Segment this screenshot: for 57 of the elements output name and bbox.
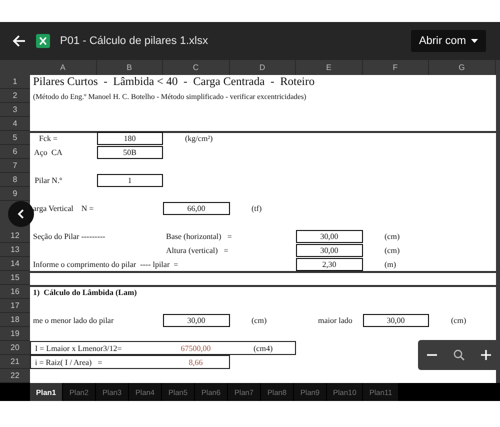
result-value: 67500,00 xyxy=(180,343,212,353)
caret-icon xyxy=(471,39,478,43)
row-number[interactable]: 6 xyxy=(0,145,30,159)
cell-text: (kg/cm²) xyxy=(184,132,214,145)
value-cell: 180 xyxy=(96,132,163,144)
cell-text: Fck = xyxy=(38,132,58,144)
cell-text: Altura (vertical) = xyxy=(165,244,230,257)
row-number[interactable]: 2 xyxy=(0,89,30,103)
value-cell: 66,00 xyxy=(163,202,230,214)
row-number[interactable]: 19 xyxy=(0,327,30,341)
search-icon[interactable] xyxy=(452,349,465,361)
chevron-left-icon xyxy=(17,209,25,219)
row-number[interactable]: 9 xyxy=(0,187,30,201)
column-header[interactable]: F xyxy=(362,60,429,75)
row-number[interactable]: 8 xyxy=(0,173,30,187)
cell-text: maior lado xyxy=(317,314,354,326)
row-number[interactable]: 20 xyxy=(0,341,30,355)
row-number[interactable]: 21 xyxy=(0,355,30,369)
cell-text: i = Raiz( I / Area) = xyxy=(34,357,104,367)
cell-text: (cm) xyxy=(450,314,468,327)
cell-text: Base (horizontal) = xyxy=(165,230,233,243)
zoom-in-icon[interactable] xyxy=(480,349,492,361)
sheet-title: Pilares Curtos - Lâmbida < 40 - Carga Centrada - Roteiro xyxy=(32,75,316,89)
column-header[interactable]: B xyxy=(96,60,163,75)
back-arrow-icon[interactable] xyxy=(12,34,26,48)
value-cell: 50B xyxy=(96,146,163,158)
cell-text: Informe o comprimento do pilar ---- lpilar = xyxy=(32,258,180,271)
open-with-button[interactable]: Abrir com xyxy=(410,30,486,52)
cell-text: (cm) xyxy=(384,244,401,257)
value-cell: 1 xyxy=(96,174,163,186)
cell-text: Aço CA xyxy=(33,146,64,159)
value-cell: 30,00 xyxy=(163,314,230,326)
row-number[interactable]: 12 xyxy=(0,229,30,243)
section-heading: 1) Cálculo do Lâmbida (Lam) xyxy=(32,286,138,299)
cell-text: I = Lmaior x Lmenor3/12= xyxy=(34,343,123,353)
cell-text: (cm) xyxy=(384,230,401,243)
cell-text: (m) xyxy=(384,258,398,271)
value-cell: 2,30 xyxy=(296,258,362,270)
cell-text: arga Vertical N = xyxy=(32,202,95,215)
result-value: 8,66 xyxy=(188,357,204,367)
value-cell: 30,00 xyxy=(296,230,362,242)
file-title: P01 - Cálculo de pilares 1.xlsx xyxy=(60,35,209,47)
cell-text: (tf) xyxy=(250,202,263,215)
spreadsheet-icon xyxy=(36,34,50,48)
row-number[interactable]: 13 xyxy=(0,243,30,257)
value-cell: 30,00 xyxy=(362,314,429,326)
column-header[interactable]: D xyxy=(230,60,296,75)
cell-text: me o menor lado do pilar xyxy=(32,314,115,327)
row-number[interactable]: 18 xyxy=(0,313,30,327)
row-number[interactable]: 22 xyxy=(0,369,30,383)
cell-text: Pilar N.º xyxy=(34,174,63,186)
cell-text: (cm4) xyxy=(252,343,274,353)
value-cell: 30,00 xyxy=(296,244,362,256)
cell-text: (cm) xyxy=(250,314,268,327)
row-number[interactable]: 3 xyxy=(0,103,30,117)
row-number[interactable]: 16 xyxy=(0,285,30,299)
cell-text: Seção do Pilar --------- xyxy=(32,230,106,243)
